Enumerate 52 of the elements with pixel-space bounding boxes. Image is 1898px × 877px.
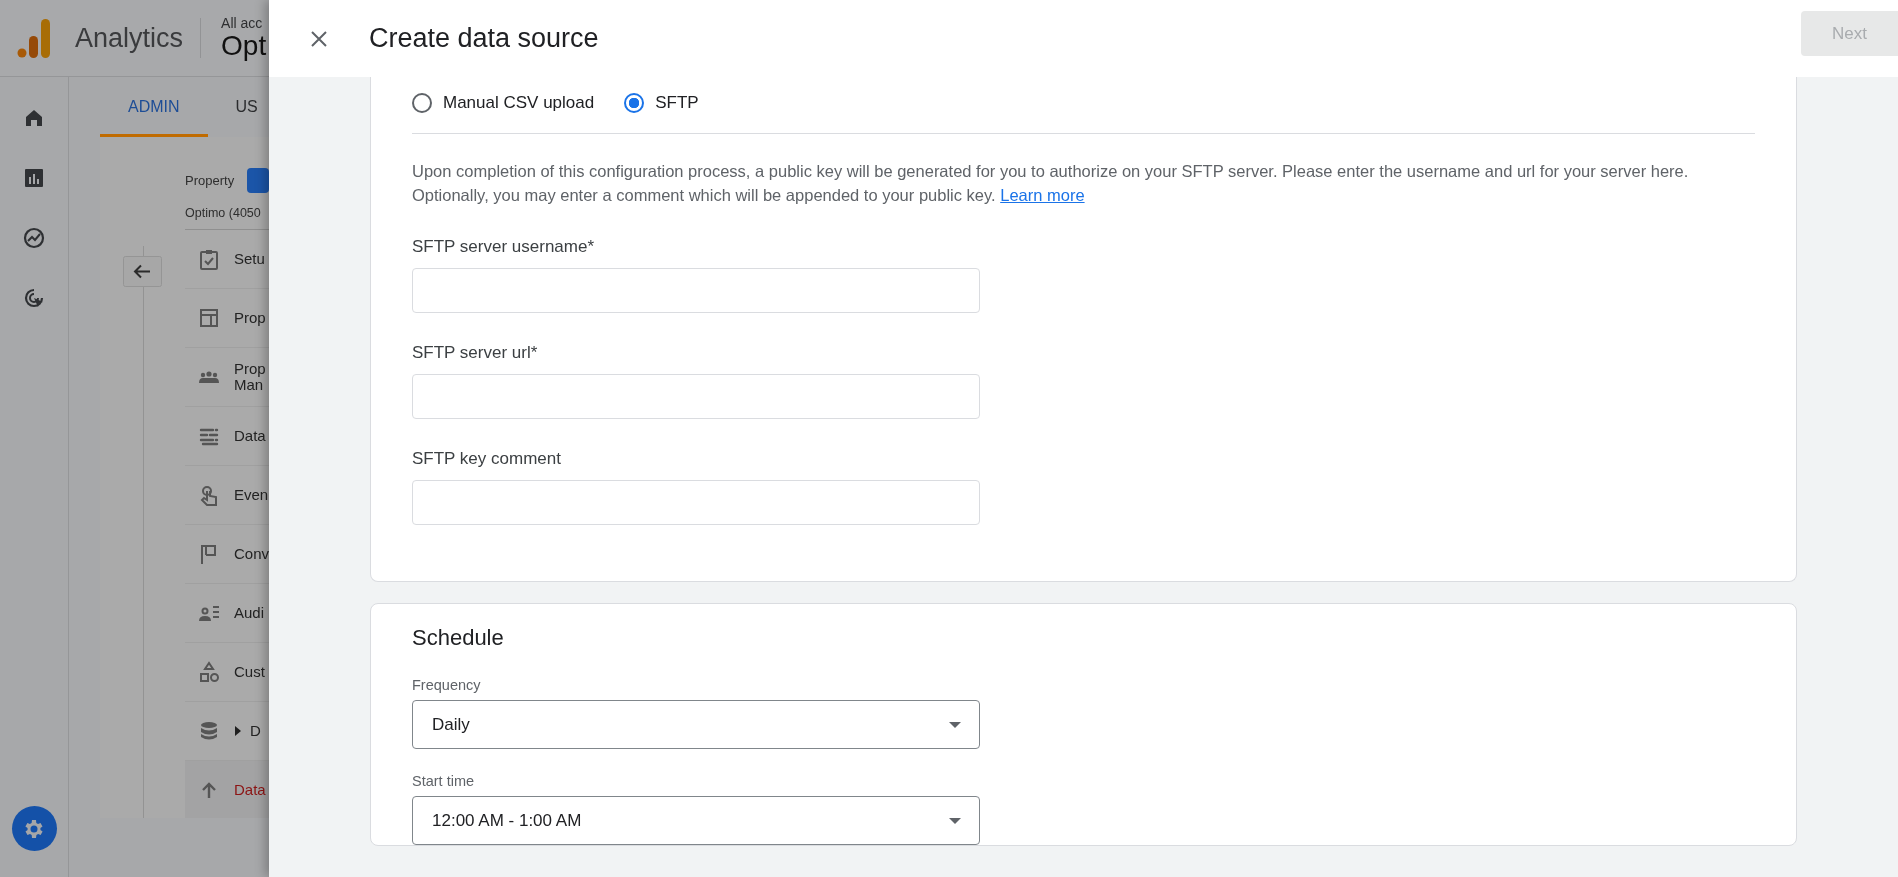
input-field[interactable] <box>412 268 980 313</box>
account-caption: All acc <box>221 15 264 31</box>
field-label: Frequency <box>412 677 482 693</box>
dropdown[interactable]: 12:00 AM - 1:00 AM <box>412 796 980 845</box>
nav-label: Man <box>234 377 264 393</box>
caret-icon <box>234 725 242 737</box>
bar-chart-icon[interactable] <box>23 167 45 189</box>
input-field[interactable] <box>412 480 980 525</box>
nav-label: Cust <box>234 664 265 680</box>
field-label: SFTP key comment <box>412 449 562 469</box>
nav-label: D <box>250 723 261 739</box>
dialog-title: Create data source <box>369 23 600 54</box>
nav-label: Conv <box>234 546 269 562</box>
radio-label: SFTP <box>655 92 699 113</box>
settings-button[interactable] <box>11 806 57 851</box>
nav-label: Setu <box>234 251 265 267</box>
field-label: SFTP server username* <box>412 237 596 257</box>
account-name: Opt <box>221 30 267 61</box>
dropdown[interactable]: Daily <box>412 700 980 749</box>
property-button[interactable] <box>247 167 269 193</box>
dropdown-arrow-icon <box>949 721 961 728</box>
database-icon <box>198 720 220 742</box>
nav-label: Audi <box>234 605 265 621</box>
nav-label: Prop <box>234 361 266 377</box>
product-name: Analytics <box>75 22 184 54</box>
input-field[interactable] <box>412 374 980 419</box>
field-label: Start time <box>412 773 476 789</box>
field-label: SFTP server url* <box>412 343 539 363</box>
description-text: Upon completion of this configuration process, a public key will be generated for you to authorize on your SFTP server. Please enter the username and url for your server here. Optionally, you may enter a comment which will be appended to your public key. Learn more <box>412 161 1690 206</box>
radio-label: Manual CSV upload <box>443 92 595 113</box>
nav-label: Data <box>234 428 266 444</box>
section-title: Schedule <box>412 625 505 651</box>
radio-button[interactable] <box>624 92 645 113</box>
nav-label: Prop <box>234 310 266 326</box>
trend-chart-icon[interactable] <box>23 227 45 249</box>
close-icon[interactable] <box>311 30 327 47</box>
nav-label: Even <box>234 487 269 503</box>
target-cursor-icon[interactable] <box>23 287 45 309</box>
home-icon[interactable] <box>23 107 45 129</box>
back-arrow-button[interactable] <box>123 256 162 287</box>
learn-more-link[interactable]: Learn more <box>1000 186 1085 204</box>
shapes-icon <box>198 661 220 683</box>
touch-hand-icon <box>198 484 220 506</box>
bar-chart-logo-icon <box>17 17 51 59</box>
property-label: Property <box>185 172 235 188</box>
clipboard-check-icon <box>198 248 220 270</box>
nav-item[interactable]: Data <box>185 761 269 818</box>
tab[interactable]: US <box>207 77 258 137</box>
dropdown-arrow-icon <box>949 817 961 824</box>
layout-icon <box>198 307 220 329</box>
nav-label: Data <box>234 782 266 798</box>
radio-button[interactable] <box>412 92 432 113</box>
